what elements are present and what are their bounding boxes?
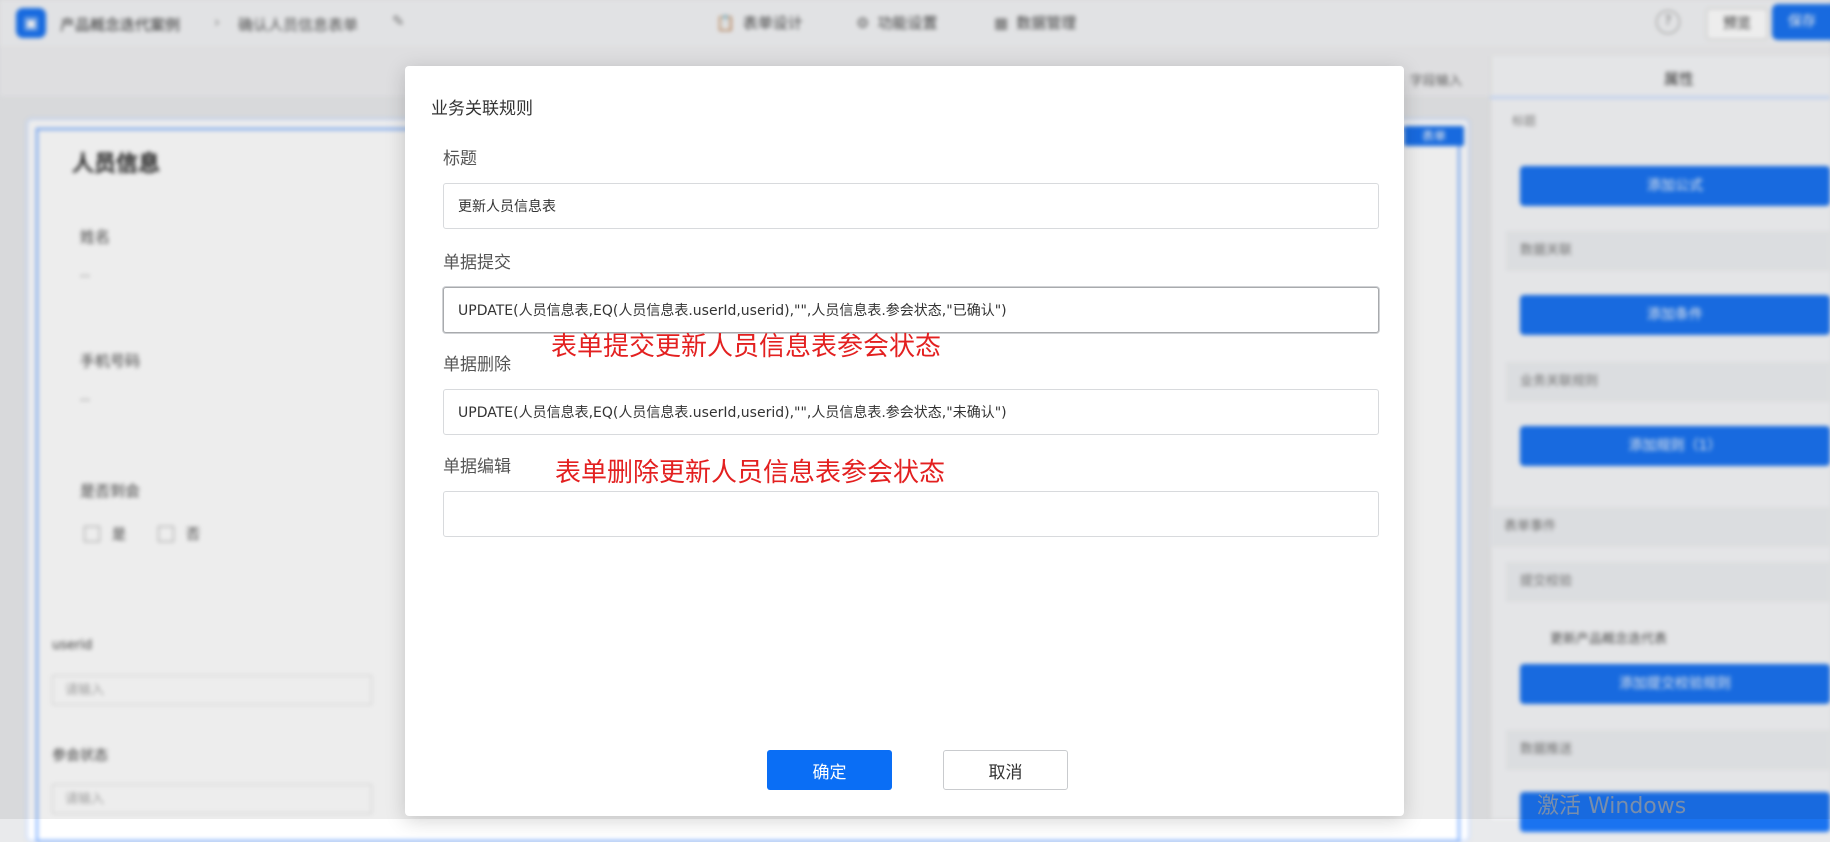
windows-activation-watermark: 激活 Windows (1537, 794, 1687, 819)
submit-annotation: 表单提交更新人员信息表参会状态 (551, 332, 942, 362)
edit-formula-input[interactable] (443, 491, 1379, 537)
submit-label: 单据提交 (443, 253, 511, 273)
business-rule-dialog: 业务关联规则 标题 单据提交 表单提交更新人员信息表参会状态 单据删除 单据编辑… (405, 66, 1404, 816)
title-input[interactable] (443, 183, 1379, 229)
edit-label: 单据编辑 (443, 457, 511, 477)
delete-formula-input[interactable] (443, 389, 1379, 435)
delete-annotation: 表单删除更新人员信息表参会状态 (555, 458, 946, 488)
dialog-title: 业务关联规则 (431, 99, 533, 119)
confirm-button[interactable]: 确定 (767, 750, 892, 790)
cancel-button[interactable]: 取消 (943, 750, 1068, 790)
delete-label: 单据删除 (443, 355, 511, 375)
title-label: 标题 (443, 149, 477, 169)
